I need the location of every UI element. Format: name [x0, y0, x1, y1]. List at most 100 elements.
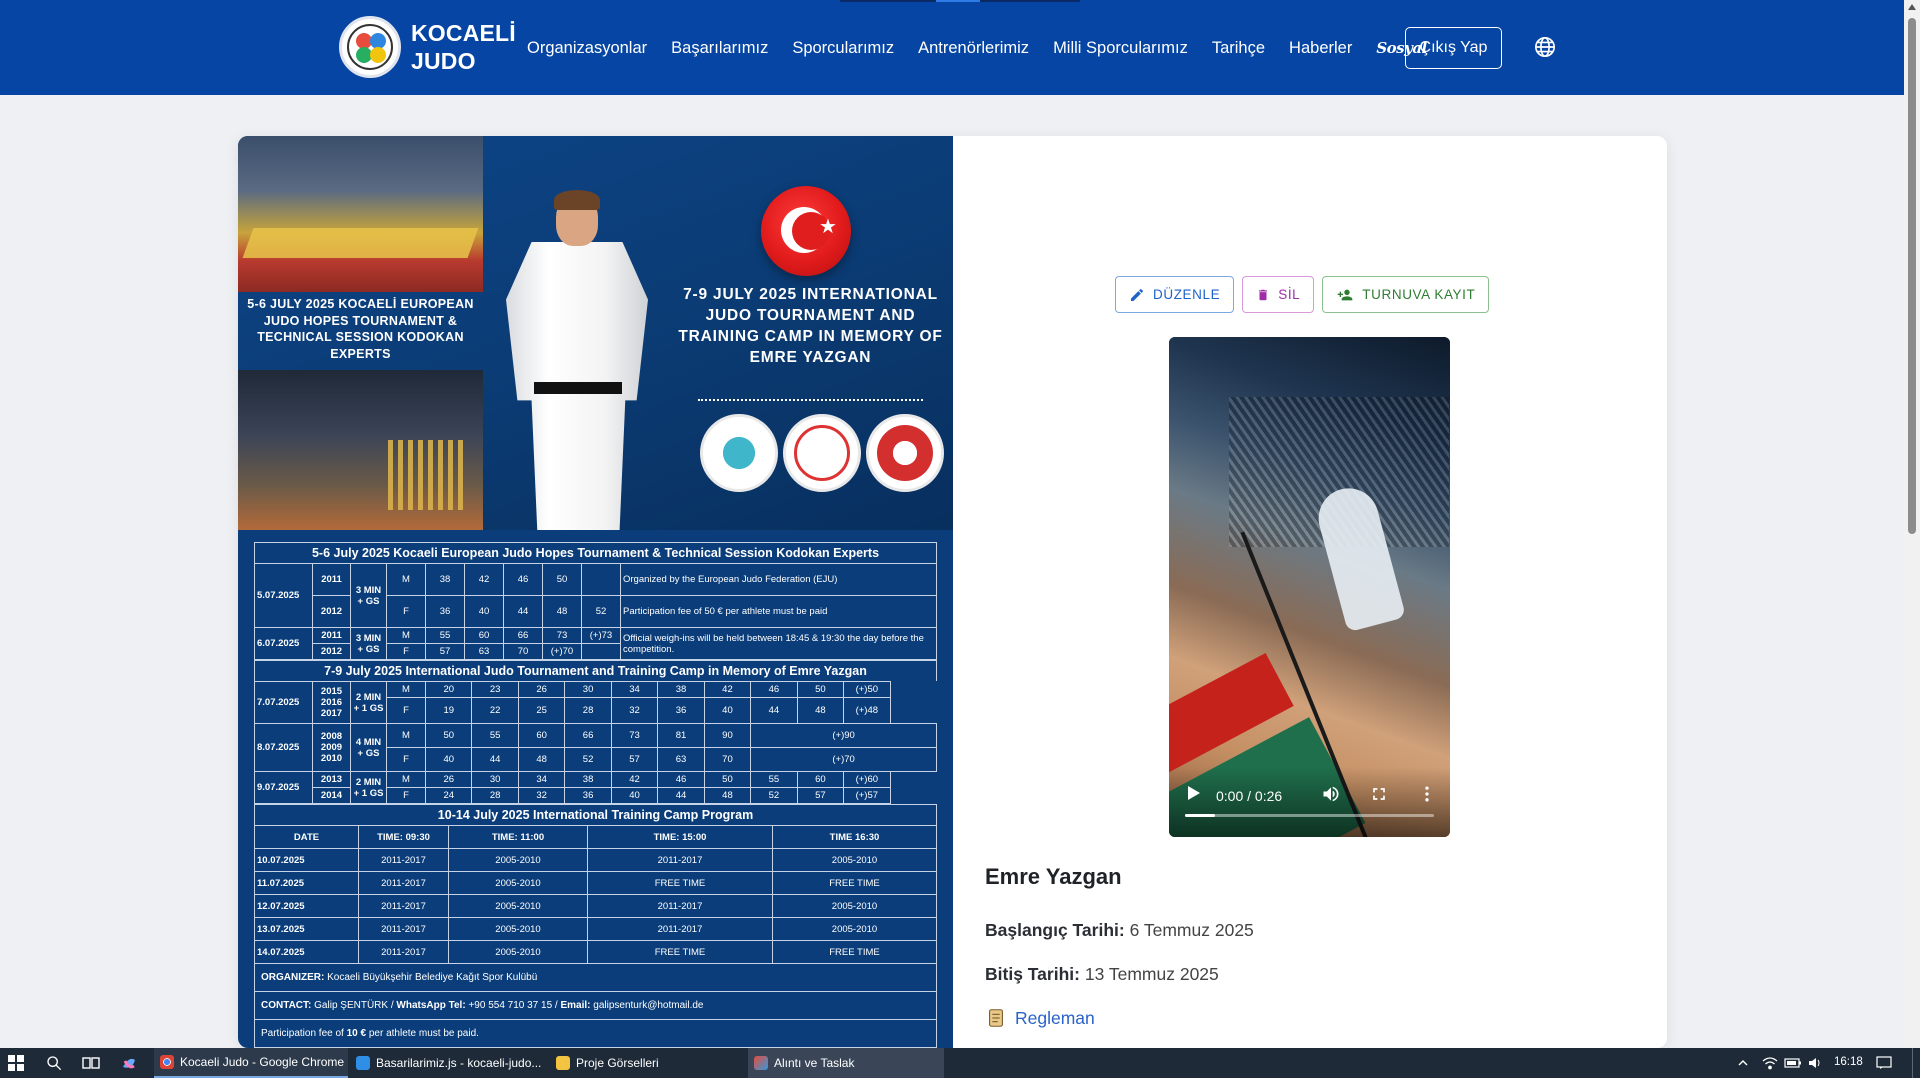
more-options-icon[interactable] — [1417, 784, 1437, 809]
table-cell: 36 — [425, 595, 465, 628]
start-date-row: Başlangıç Tarihi: 6 Temmuz 2025 — [985, 920, 1254, 941]
volume-icon[interactable] — [1321, 784, 1341, 809]
table-cell: 22 — [471, 697, 519, 724]
nav-link-haberler[interactable]: Haberler — [1289, 39, 1352, 58]
table-cell: 44 — [503, 595, 543, 628]
taskbar-clock[interactable]: 16:18 — [1834, 1056, 1863, 1068]
table-cell: 90 — [703, 723, 752, 748]
nav-link-milli-sporcularimiz[interactable]: Milli Sporcularımız — [1053, 39, 1188, 58]
table-cell: FREE TIME — [587, 871, 773, 895]
table-cell: 2011-2017 — [587, 917, 773, 941]
table-cell: 50 — [796, 681, 845, 698]
event-poster: 5-6 JULY 2025 KOCAELİ EUROPEAN JUDO HOPE… — [238, 136, 953, 1048]
search-icon[interactable] — [46, 1048, 62, 1078]
table-header: TIME 16:30 — [772, 825, 937, 849]
table-cell: 50 — [542, 563, 582, 596]
windows-taskbar: Kocaeli Judo - Google Chrome Basarilarim… — [0, 1048, 1920, 1078]
event-title: Emre Yazgan — [985, 864, 1122, 889]
poster-right-title: 7-9 JULY 2025 INTERNATIONAL JUDO TOURNAM… — [678, 286, 943, 366]
regulation-row: Regleman — [985, 1007, 1095, 1029]
nav-link-organizasyonlar[interactable]: Organizasyonlar — [527, 39, 647, 58]
table-cell: FREE TIME — [772, 871, 937, 895]
table-cell: 2 MIN + 1 GS — [350, 771, 387, 804]
table-cell: 20 — [424, 681, 473, 698]
fullscreen-icon[interactable] — [1369, 784, 1389, 809]
nav-link-sporcularimiz[interactable]: Sporcularımız — [792, 39, 894, 58]
taskbar-app-explorer[interactable]: Proje Görselleri — [550, 1048, 746, 1078]
table-cell: 46 — [750, 681, 798, 698]
scroll-thumb[interactable] — [1908, 18, 1916, 534]
table-cell: M — [386, 681, 426, 698]
table-cell: 19 — [424, 697, 473, 724]
video-progress-bar[interactable] — [1185, 814, 1434, 817]
table-cell: 40 — [464, 595, 504, 628]
table-cell: F — [386, 595, 426, 628]
logout-button[interactable]: Çıkış Yap — [1405, 27, 1502, 69]
table-cell — [581, 563, 621, 596]
dotted-divider — [698, 399, 923, 401]
regulation-link[interactable]: Regleman — [1015, 1008, 1095, 1029]
nav-link-antrenorlerimiz[interactable]: Antrenörlerimiz — [918, 39, 1029, 58]
vscode-icon — [356, 1056, 370, 1070]
video-player[interactable]: 0:00 / 0:26 — [1169, 337, 1450, 837]
table-cell: 55 — [750, 771, 798, 788]
battery-icon[interactable] — [1784, 1048, 1802, 1078]
task-view-icon[interactable] — [82, 1048, 100, 1078]
table-cell: Official weigh-ins will be held between … — [620, 627, 937, 660]
poster-right: ★ 7-9 JULY 2025 INTERNATIONAL JUDO TOURN… — [668, 136, 953, 530]
table-cell: 42 — [610, 771, 659, 788]
register-button-label: TURNUVA KAYIT — [1362, 287, 1476, 302]
video-time: 0:00 / 0:26 — [1216, 788, 1283, 804]
table-cell: 2011-2017 — [587, 848, 773, 872]
table-cell: 2012 — [312, 643, 351, 660]
table-cell: 2013 — [312, 771, 351, 788]
table-header: TIME: 09:30 — [358, 825, 449, 849]
table-cell: 23 — [471, 681, 519, 698]
chrome-icon — [160, 1055, 174, 1069]
club-logo — [339, 16, 401, 78]
table-cell: 2015 2016 2017 — [312, 681, 351, 724]
trash-icon — [1259, 289, 1268, 300]
play-icon[interactable] — [1187, 785, 1201, 806]
taskbar-app-vscode[interactable]: Basarilarimiz.js - kocaeli-judo... — [350, 1048, 546, 1078]
taskbar-app-chrome[interactable]: Kocaeli Judo - Google Chrome — [154, 1048, 348, 1078]
table-cell: (+)50 — [843, 681, 891, 698]
speaker-icon[interactable] — [1808, 1048, 1824, 1078]
table-cell: 2005-2010 — [772, 917, 937, 941]
windows-start-icon[interactable] — [8, 1048, 24, 1078]
table-cell: 60 — [517, 723, 566, 748]
nav-link-tarihce[interactable]: Tarihçe — [1212, 39, 1265, 58]
scroll-up-arrow[interactable] — [1908, 4, 1916, 10]
table-cell: Organized by the European Judo Federatio… — [620, 563, 937, 596]
table-cell: 9.07.2025 — [254, 771, 313, 804]
table-cell: 6.07.2025 — [254, 627, 313, 660]
wifi-icon[interactable] — [1762, 1048, 1778, 1078]
notifications-icon[interactable] — [1876, 1048, 1892, 1078]
poster-left-text: 5-6 JULY 2025 KOCAELİ EUROPEAN JUDO HOPE… — [247, 297, 474, 361]
copilot-icon[interactable] — [120, 1048, 138, 1078]
delete-button[interactable]: SİL — [1242, 276, 1315, 313]
table-cell: 26 — [517, 681, 566, 698]
table-cell: 48 — [796, 697, 845, 724]
section2-table: 7.07.2025 2015 2016 2017 2 MIN + 1 GS M … — [254, 681, 937, 804]
table-cell: FREE TIME — [772, 940, 937, 964]
fee-line: Participation fee of 10 € per athlete mu… — [254, 1020, 937, 1048]
show-desktop-button[interactable] — [1912, 1048, 1920, 1078]
table-cell: 60 — [464, 627, 504, 644]
table-cell: 2011-2017 — [358, 917, 449, 941]
brand-logo-link[interactable]: KOCAELİ JUDO — [339, 15, 516, 79]
taskbar-app-snipping[interactable]: Alıntı ve Taslak — [748, 1048, 944, 1078]
section2-title: 7-9 July 2025 International Judo Tournam… — [254, 660, 937, 681]
table-cell: 40 — [424, 747, 473, 772]
globe-icon[interactable] — [1534, 36, 1558, 60]
nav-link-basarilarimiz[interactable]: Başarılarımız — [671, 39, 768, 58]
table-cell: 2008 2009 2010 — [312, 723, 351, 772]
page-scrollbar[interactable] — [1904, 0, 1920, 1048]
tray-chevron-icon[interactable] — [1737, 1048, 1749, 1078]
table-cell: 57 — [425, 643, 465, 660]
judoka-image — [506, 190, 648, 530]
table-cell: 34 — [517, 771, 566, 788]
tournament-register-button[interactable]: TURNUVA KAYIT — [1322, 276, 1490, 313]
edit-button[interactable]: DÜZENLE — [1115, 276, 1235, 313]
person-add-icon — [1337, 289, 1353, 300]
